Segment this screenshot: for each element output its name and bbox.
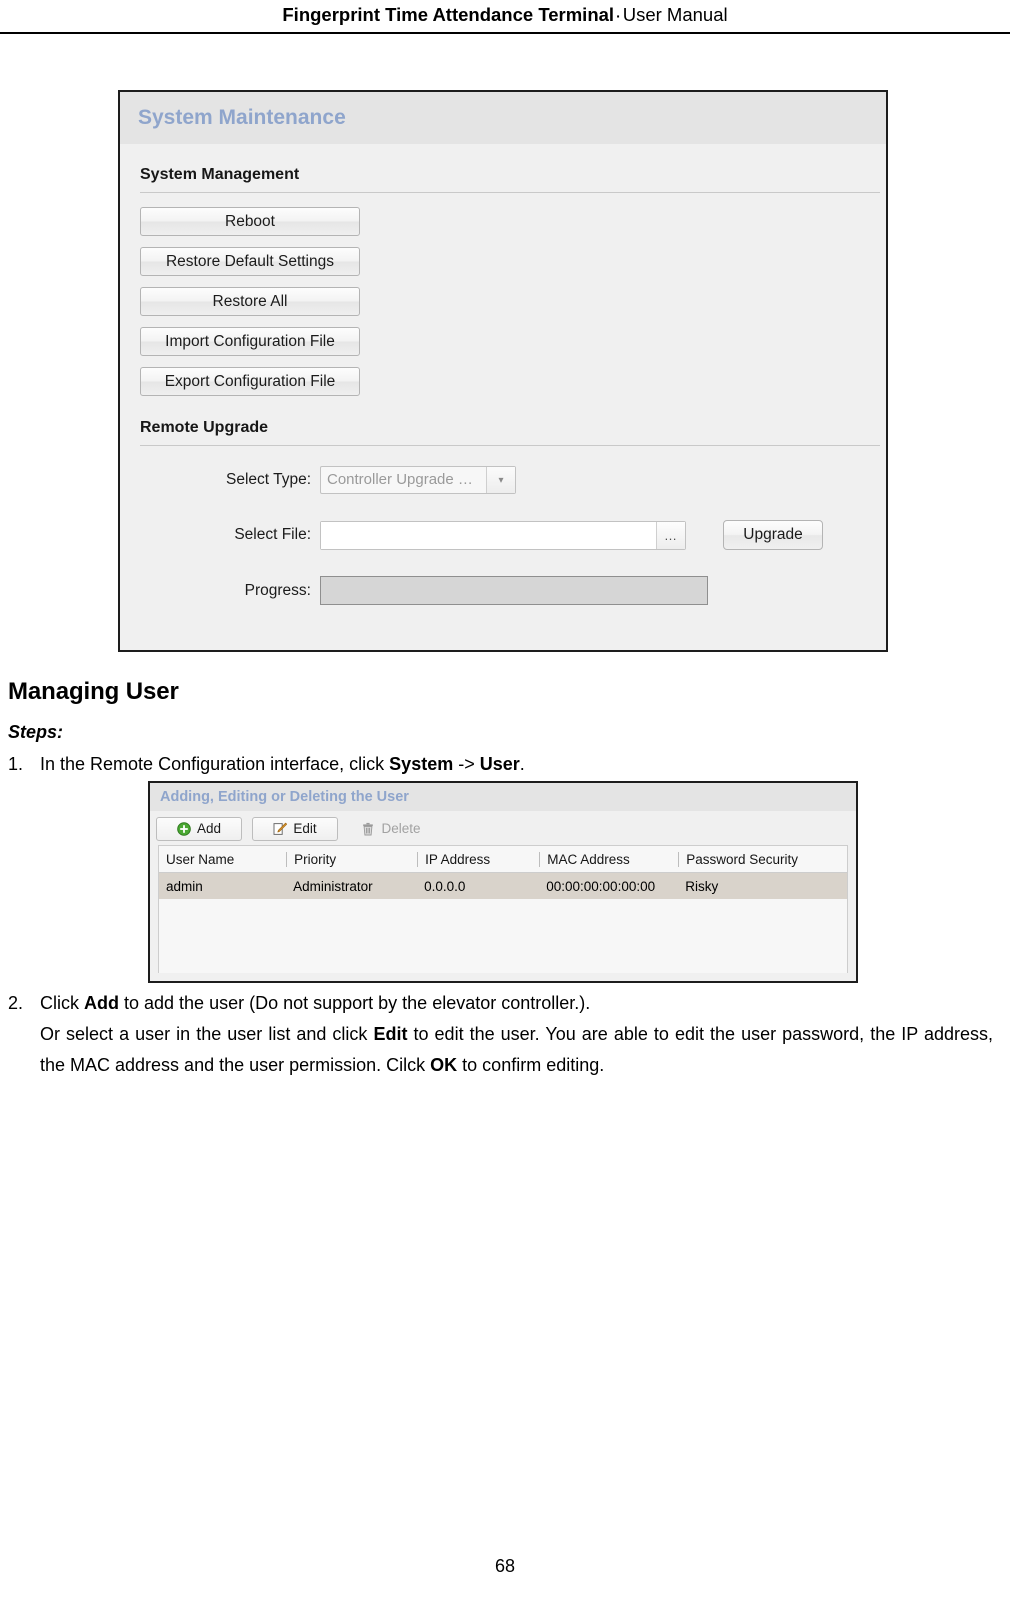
upgrade-button[interactable]: Upgrade [723, 520, 823, 550]
remote-upgrade-form: Select Type: Controller Upgrade … ▾ Sele… [120, 446, 886, 605]
pencil-edit-icon [273, 822, 288, 836]
column-header-password-security[interactable]: Password Security [678, 851, 847, 867]
select-file-field[interactable]: … [320, 520, 686, 550]
step-2-text-b: to add the user (Do not support by the e… [119, 993, 591, 1013]
user-table: User Name Priority IP Address MAC Addres… [158, 845, 848, 973]
page-running-header: Fingerprint Time Attendance Terminal · Use… [0, 0, 1010, 34]
system-maintenance-title: System Maintenance [138, 105, 346, 129]
user-management-title: Adding, Editing or Deleting the User [160, 789, 409, 805]
system-management-section-label: System Management [140, 166, 300, 183]
step-2-text-c: Or select a user in the user list and cl… [40, 1024, 374, 1044]
select-type-row: Select Type: Controller Upgrade … ▾ [120, 466, 886, 494]
page-title: Managing User [8, 678, 179, 705]
remote-upgrade-section-label: Remote Upgrade [140, 419, 269, 436]
step-2-text-e: to confirm editing. [457, 1055, 605, 1075]
user-table-header-row: User Name Priority IP Address MAC Addres… [159, 846, 847, 873]
page-number: 68 [494, 1556, 516, 1576]
user-management-toolbar: Add Edit Delete [150, 811, 856, 843]
select-file-label: Select File: [234, 526, 311, 543]
add-user-button[interactable]: Add [156, 816, 242, 841]
header-title-regular: User Manual [622, 4, 728, 25]
header-separator: · [616, 8, 621, 24]
step-1-number: 1. [8, 754, 24, 774]
step-2-text-a: Click [40, 993, 84, 1013]
delete-user-label: Delete [381, 821, 421, 836]
cell-mac-address: 00:00:00:00:00:00 [546, 878, 656, 894]
step-1-bold-system: System [389, 754, 454, 774]
system-maintenance-titlebar: System Maintenance [120, 92, 886, 144]
column-header-priority[interactable]: Priority [286, 851, 417, 867]
column-header-mac-address[interactable]: MAC Address [539, 851, 678, 867]
steps-label: Steps: [8, 722, 64, 742]
select-type-dropdown[interactable]: Controller Upgrade … ▾ [320, 466, 516, 494]
step-1: 1. In the Remote Configuration interface,… [8, 752, 993, 777]
figure-system-maintenance: System Maintenance System Management Reb… [118, 90, 888, 652]
step-2-line-1: Click Add to add the user (Do not suppor… [40, 988, 590, 1019]
system-management-button-group: Reboot Restore Default Settings Restore … [120, 193, 886, 413]
progress-label: Progress: [244, 581, 311, 599]
step-2-line-2: Or select a user in the user list and cl… [40, 1019, 993, 1081]
reboot-button[interactable]: Reboot [140, 207, 360, 236]
restore-all-button[interactable]: Restore All [140, 287, 360, 316]
add-circle-icon [177, 821, 191, 836]
cell-user-name: admin [166, 878, 203, 894]
select-file-row: Select File: … Upgrade [120, 520, 886, 550]
upgrade-progress-bar [320, 576, 708, 605]
cell-priority: Administrator [293, 878, 373, 894]
figure-user-management: Adding, Editing or Deleting the User Add… [148, 781, 858, 983]
import-configuration-file-button[interactable]: Import Configuration File [140, 327, 360, 356]
step-1-text-c: . [519, 754, 525, 774]
select-file-input[interactable] [321, 521, 656, 549]
progress-row: Progress: [120, 576, 886, 605]
delete-user-button[interactable]: Delete [348, 816, 434, 841]
edit-user-label: Edit [293, 821, 317, 836]
add-user-label: Add [196, 821, 222, 836]
step-2: 2. Click Add to add the user (Do not sup… [8, 988, 993, 1081]
export-configuration-file-button[interactable]: Export Configuration File [140, 367, 360, 396]
restore-default-settings-button[interactable]: Restore Default Settings [140, 247, 360, 276]
user-management-titlebar: Adding, Editing or Deleting the User [150, 783, 856, 811]
chevron-down-icon: ▾ [486, 467, 515, 493]
trash-delete-icon [361, 822, 375, 836]
step-2-number: 2. [8, 993, 24, 1013]
edit-user-button[interactable]: Edit [252, 816, 338, 841]
step-2-bold-ok: OK [430, 1055, 458, 1075]
table-row[interactable]: admin Administrator 0.0.0.0 00:00:00:00:… [159, 873, 847, 899]
cell-password-security: Risky [685, 878, 719, 894]
select-type-label: Select Type: [225, 471, 311, 488]
select-type-value: Controller Upgrade … [327, 471, 473, 488]
step-1-bold-user: User [479, 754, 520, 774]
browse-ellipsis-icon[interactable]: … [656, 521, 685, 549]
step-1-text-a: In the Remote Configuration interface, c… [40, 754, 390, 774]
header-title-bold: Fingerprint Time Attendance Terminal [282, 4, 615, 25]
column-header-user-name[interactable]: User Name [159, 852, 286, 867]
step-2-bold-edit: Edit [373, 1024, 408, 1044]
step-1-text-b: -> [453, 754, 480, 774]
step-2-bold-add: Add [84, 993, 119, 1013]
column-header-ip-address[interactable]: IP Address [417, 851, 539, 867]
cell-ip-address: 0.0.0.0 [424, 878, 466, 894]
